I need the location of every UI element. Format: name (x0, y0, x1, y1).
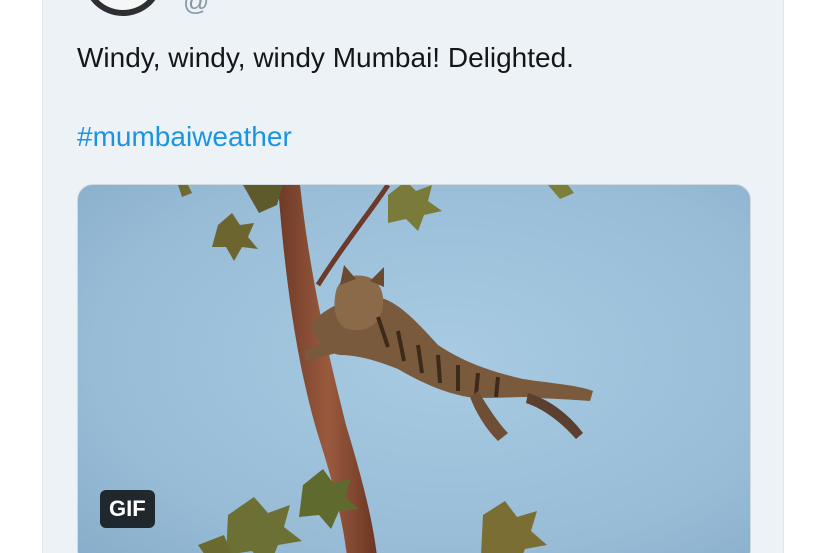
user-avatar[interactable] (83, 0, 163, 16)
cat-in-tree-image (78, 185, 750, 553)
tweet-card[interactable]: @ Windy, windy, windy Mumbai! Delighted.… (42, 0, 784, 553)
tweet-text: Windy, windy, windy Mumbai! Delighted. (77, 42, 574, 73)
tweet-gif-media[interactable]: GIF (77, 184, 751, 553)
page: @ Windy, windy, windy Mumbai! Delighted.… (0, 0, 824, 553)
hashtag-link[interactable]: #mumbaiweather (77, 117, 292, 157)
gif-badge: GIF (100, 490, 155, 528)
user-handle[interactable]: @ (183, 0, 210, 17)
